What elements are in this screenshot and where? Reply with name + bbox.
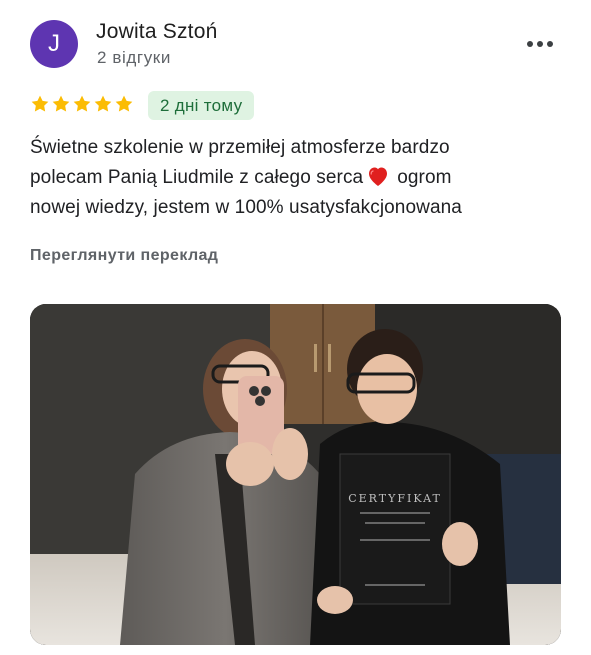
more-horizontal-icon[interactable] — [527, 36, 557, 52]
star-icon — [52, 95, 70, 112]
review-count: 2 відгуки — [97, 48, 171, 67]
star-icon — [94, 95, 112, 112]
date-badge: 2 дні тому — [148, 91, 255, 120]
avatar[interactable]: J — [30, 20, 78, 68]
photo-illustration: CERTYFIKAT — [30, 304, 561, 645]
review-text: Świetne szkolenie w przemiłej atmosferze… — [30, 133, 560, 223]
reviewer-name[interactable]: Jowita Sztoń — [96, 20, 217, 44]
star-rating — [30, 94, 134, 114]
review-photo[interactable]: CERTYFIKAT — [30, 304, 561, 645]
star-icon — [115, 95, 133, 112]
avatar-initial: J — [48, 30, 60, 57]
translate-link[interactable]: Переглянути переклад — [30, 247, 218, 265]
star-icon — [31, 95, 49, 112]
heart-icon — [369, 167, 388, 186]
certificate-title: CERTYFIKAT — [348, 492, 442, 505]
star-icon — [73, 95, 91, 112]
